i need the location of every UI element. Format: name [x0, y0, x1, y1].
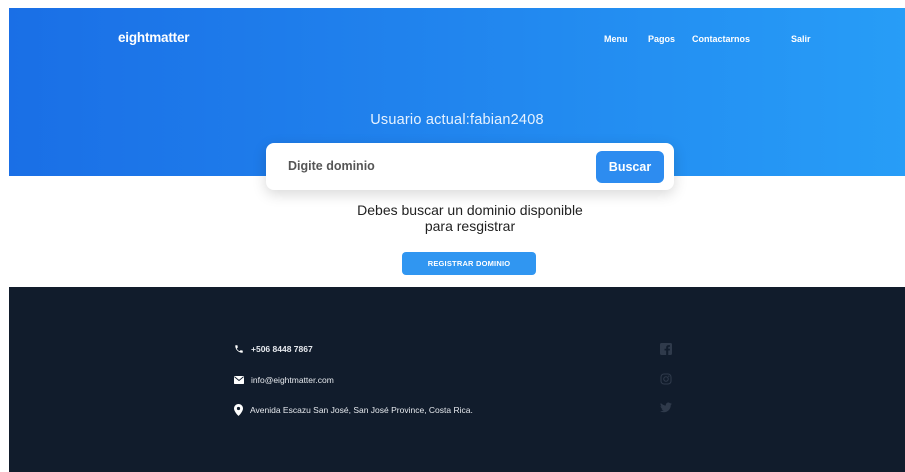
- twitter-icon[interactable]: [660, 402, 672, 413]
- instagram-icon[interactable]: [660, 373, 672, 385]
- search-button[interactable]: Buscar: [596, 151, 664, 183]
- footer-email[interactable]: info@eightmatter.com: [251, 375, 334, 385]
- footer-address: Avenida Escazu San José, San José Provin…: [250, 405, 473, 415]
- facebook-icon[interactable]: [660, 343, 672, 355]
- logo[interactable]: eightmatter: [118, 30, 190, 45]
- nav-menu-link[interactable]: Menu: [604, 34, 628, 44]
- domain-search-input[interactable]: [278, 151, 593, 181]
- domain-search-card: Buscar: [266, 143, 674, 190]
- phone-icon: [235, 345, 243, 353]
- current-user-label: Usuario actual:fabian2408: [370, 112, 544, 128]
- footer: +506 8448 7867 info@eightmatter.com Aven…: [9, 287, 905, 472]
- footer-phone-row: +506 8448 7867: [234, 342, 313, 356]
- search-hint-line-2: para resgistrar: [424, 217, 516, 234]
- footer-email-row: info@eightmatter.com: [234, 373, 334, 387]
- register-domain-button[interactable]: REGISTRAR DOMINIO: [402, 252, 536, 275]
- envelope-icon: [234, 376, 244, 384]
- nav-contactarnos-link[interactable]: Contactarnos: [692, 34, 750, 44]
- nav-salir-link[interactable]: Salir: [791, 34, 811, 44]
- footer-address-row: Avenida Escazu San José, San José Provin…: [234, 403, 473, 417]
- search-hint-message: Debes buscar un dominio disponible para …: [300, 202, 640, 234]
- map-pin-icon: [234, 404, 243, 416]
- search-hint-line-1: Debes buscar un dominio disponible: [357, 202, 583, 218]
- footer-phone: +506 8448 7867: [251, 344, 313, 354]
- nav-pagos-link[interactable]: Pagos: [648, 34, 675, 44]
